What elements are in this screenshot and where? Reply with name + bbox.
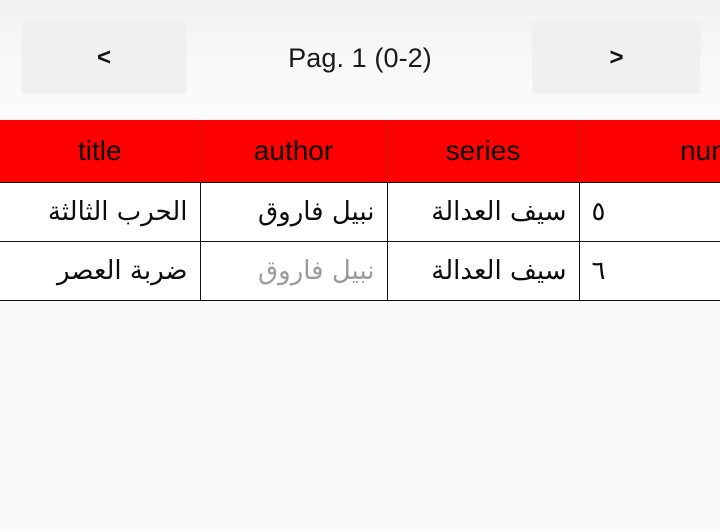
previous-page-button[interactable]: < xyxy=(22,23,186,93)
cell-author: نبيل فاروق xyxy=(200,241,388,301)
column-header-author[interactable]: author xyxy=(200,120,388,183)
cell-title: الحرب الثالثة xyxy=(0,182,201,242)
column-header-numero[interactable]: numer xyxy=(579,120,720,183)
table-body: الحرب الثالثة نبيل فاروق سيف العدالة ٥ ض… xyxy=(0,182,720,301)
cell-author: نبيل فاروق xyxy=(200,182,388,242)
cell-series: سيف العدالة xyxy=(387,241,580,301)
table-row[interactable]: الحرب الثالثة نبيل فاروق سيف العدالة ٥ xyxy=(0,182,720,242)
table-row[interactable]: ضربة العصر نبيل فاروق سيف العدالة ٦ xyxy=(0,241,720,301)
table-scroll-viewport[interactable]: title author series numer الحرب الثالثة … xyxy=(0,120,720,305)
next-page-button[interactable]: > xyxy=(533,23,700,93)
column-header-series[interactable]: series xyxy=(387,120,580,183)
pagination-status-label: Pag. 1 (0-2) xyxy=(288,43,432,73)
table-header-row: title author series numer xyxy=(0,120,720,183)
cell-title: ضربة العصر xyxy=(0,241,201,301)
table-header: title author series numer xyxy=(0,120,720,183)
pagination-bar: < Pag. 1 (0-2) > xyxy=(0,0,720,114)
cell-numero: ٥ xyxy=(579,182,720,242)
page-empty-area xyxy=(0,305,720,531)
cell-numero: ٦ xyxy=(579,241,720,301)
books-table: title author series numer الحرب الثالثة … xyxy=(0,120,720,301)
cell-series: سيف العدالة xyxy=(387,182,580,242)
column-header-title[interactable]: title xyxy=(0,120,201,183)
